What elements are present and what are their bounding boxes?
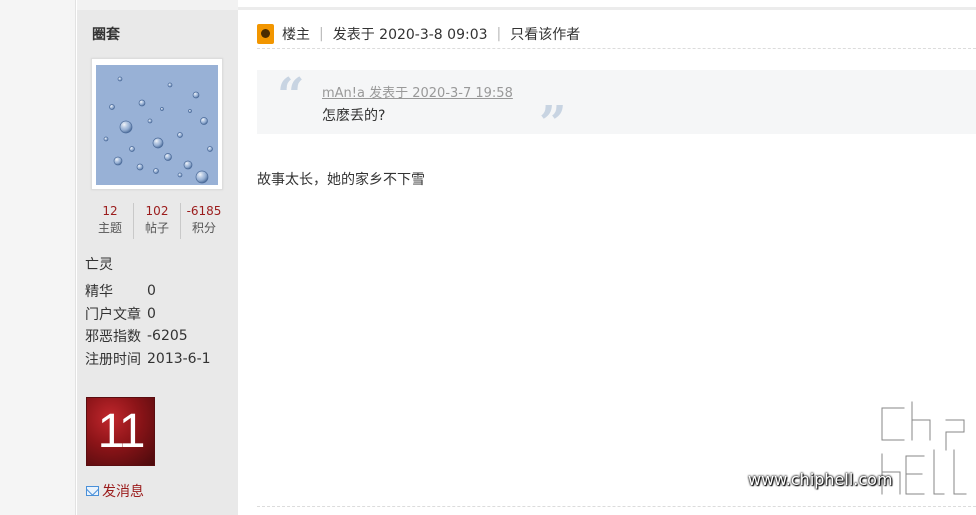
quote-source-link[interactable]: mAn!a 发表于 2020-3-7 19:58 [322, 82, 513, 101]
quote-text: 怎麽丢的? [322, 108, 386, 124]
divider [257, 48, 976, 49]
stat-posts-label: 帖子 [144, 221, 169, 235]
post-header: 楼主 | 发表于 2020-3-8 09:03 | 只看该作者 [257, 24, 580, 44]
separator: | [319, 26, 324, 42]
info-value: -6205 [147, 328, 188, 345]
info-value: 0 [147, 283, 156, 300]
info-row-digest: 精华 0 [85, 280, 211, 303]
info-key: 邪恶指数 [85, 329, 141, 346]
post-content: 楼主 | 发表于 2020-3-8 09:03 | 只看该作者 “ mAn!a … [238, 0, 976, 515]
author-username[interactable]: 圈套 [92, 24, 120, 44]
info-row-evil-index: 邪恶指数 -6205 [85, 325, 211, 348]
avatar[interactable] [91, 58, 223, 190]
only-author-link[interactable]: 只看该作者 [510, 24, 580, 44]
send-message-label: 发消息 [102, 484, 144, 500]
author-info: 精华 0 门户文章 0 邪恶指数 -6205 注册时间 2013-6-1 [85, 280, 211, 370]
divider [257, 506, 976, 507]
stat-threads-value: 12 [102, 204, 118, 218]
info-value: 2013-6-1 [147, 350, 211, 367]
separator: | [496, 26, 502, 42]
site-watermark: www.chiphell.com [746, 400, 974, 500]
open-quote-icon: “ [277, 68, 305, 124]
info-key: 注册时间 [85, 351, 141, 368]
op-badge-icon [257, 24, 274, 44]
avatar-image [96, 65, 218, 185]
close-quote-icon: ” [539, 96, 567, 152]
left-gutter [0, 0, 76, 515]
medal-text: 11 [97, 405, 146, 458]
stat-posts[interactable]: 102 帖子 [134, 203, 181, 239]
medal-badge[interactable]: 11 [86, 397, 155, 466]
stat-credits[interactable]: -6185 积分 [181, 203, 227, 239]
info-row-portal-articles: 门户文章 0 [85, 303, 211, 326]
op-label: 楼主 [282, 27, 310, 43]
quote-block: “ mAn!a 发表于 2020-3-7 19:58 怎麽丢的? ” [257, 68, 976, 148]
info-key: 精华 [85, 284, 113, 301]
stat-threads-label: 主题 [97, 221, 122, 235]
user-group[interactable]: 亡灵 [85, 254, 113, 274]
post-timestamp: 发表于 2020-3-8 09:03 [332, 27, 488, 43]
author-stats: 12 主题 102 帖子 -6185 积分 [87, 203, 227, 239]
post-body: 故事太长，她的家乡不下雪 [257, 172, 425, 188]
info-key: 门户文章 [85, 306, 141, 323]
info-row-register-date: 注册时间 2013-6-1 [85, 348, 211, 371]
send-message-link[interactable]: 发消息 [86, 481, 144, 501]
stat-threads[interactable]: 12 主题 [87, 203, 134, 239]
stat-posts-value: 102 [145, 204, 169, 218]
mail-icon [86, 486, 99, 496]
author-sidebar: 圈套 12 主题 102 帖子 -6185 积分 亡灵 精华 0 门户文章 0 … [77, 0, 238, 515]
stat-credits-value: -6185 [186, 204, 222, 218]
stat-credits-label: 积分 [191, 221, 216, 235]
info-value: 0 [147, 305, 156, 322]
watermark-url: www.chiphell.com [748, 470, 893, 489]
